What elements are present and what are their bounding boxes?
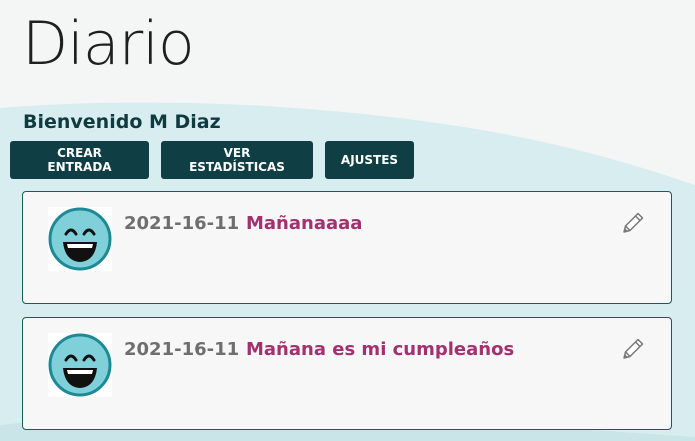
laughing-face-icon [48,333,112,397]
pencil-icon[interactable] [620,336,646,362]
laughing-face-icon [48,207,112,271]
entry-date: 2021-16-11 [124,339,240,360]
entry-date: 2021-16-11 [124,213,240,234]
journal-entry[interactable]: 2021-16-11 Mañana es mi cumpleaños [22,317,672,430]
create-entry-button[interactable]: CREAR ENTRADA [10,141,149,179]
toolbar: CREAR ENTRADA VER ESTADÍSTICAS AJUSTES [10,141,414,179]
page-title: Diario [22,9,195,79]
pencil-icon[interactable] [620,210,646,236]
entry-title[interactable]: Mañana es mi cumpleaños [246,339,514,360]
view-statistics-button[interactable]: VER ESTADÍSTICAS [161,141,313,179]
entry-title[interactable]: Mañanaaaa [246,213,362,234]
settings-button[interactable]: AJUSTES [325,141,414,179]
welcome-message: Bienvenido M Diaz [23,111,221,133]
journal-entry[interactable]: 2021-16-11 Mañanaaaa [22,191,672,304]
